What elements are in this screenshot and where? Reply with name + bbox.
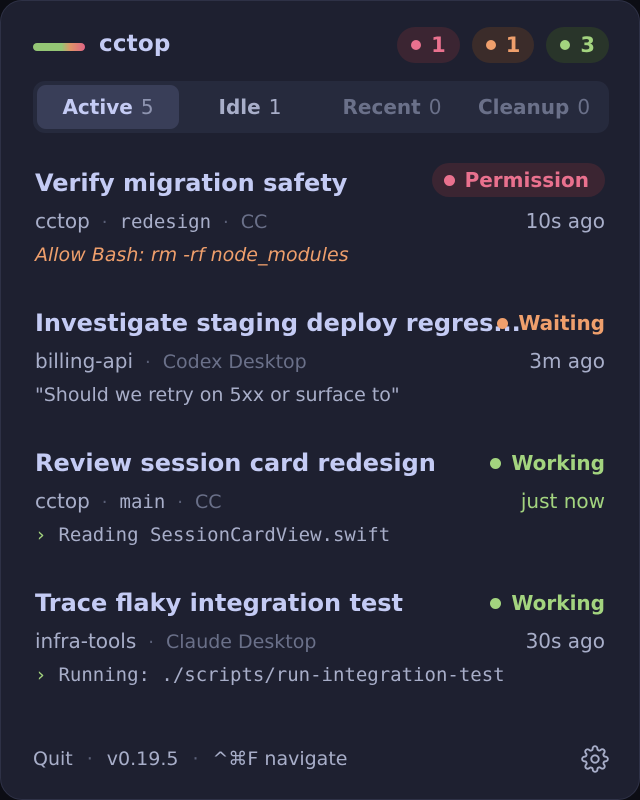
- red-dot-icon: [411, 40, 422, 50]
- session-time: just now: [520, 489, 605, 513]
- status-gradient-logo: [33, 43, 85, 51]
- session-meta: cctop · redesign · CC: [35, 209, 267, 233]
- last-message: "Should we retry on 5xx or surface to": [35, 384, 400, 406]
- status-label: Working: [511, 591, 605, 615]
- waiting-status: Waiting: [497, 311, 605, 335]
- navigate-shortcut-hint: ^⌘F navigate: [212, 748, 348, 770]
- waiting-count: 1: [505, 33, 521, 57]
- activity-text: Reading SessionCardView.swift: [58, 524, 391, 546]
- project-name: infra-tools: [35, 629, 137, 653]
- tab-active[interactable]: Active 5: [37, 85, 179, 129]
- session-time: 3m ago: [529, 349, 605, 373]
- footer: Quit · v0.19.5 · ^⌘F navigate: [33, 743, 609, 775]
- session-source: CC: [195, 491, 222, 513]
- separator: ·: [86, 748, 93, 770]
- separator: ·: [192, 748, 199, 770]
- cctop-popover: cctop 1 1 3 Active 5 Idle 1 Recent 0 Cle…: [0, 0, 640, 800]
- session-card[interactable]: Investigate staging deploy regres... Wai…: [35, 309, 605, 419]
- tab-count: 0: [428, 95, 442, 119]
- tab-label: Idle: [218, 95, 261, 119]
- current-activity: › Running: ./scripts/run-integration-test: [35, 664, 505, 686]
- session-source: Claude Desktop: [166, 631, 317, 653]
- status-label: Working: [511, 451, 605, 475]
- session-source: CC: [240, 211, 268, 233]
- permission-count-badge[interactable]: 1: [397, 27, 460, 63]
- project-name: billing-api: [35, 349, 134, 373]
- waiting-count-badge[interactable]: 1: [471, 27, 535, 63]
- project-name: cctop: [35, 489, 90, 513]
- working-status: Working: [490, 591, 605, 615]
- tab-count: 1: [268, 95, 282, 119]
- working-count-badge[interactable]: 3: [546, 27, 609, 63]
- session-title: Investigate staging deploy regres...: [35, 309, 521, 337]
- tab-bar: Active 5 Idle 1 Recent 0 Cleanup 0: [33, 81, 609, 133]
- status-dot-icon: [490, 597, 502, 609]
- status-badges: 1 1 3: [397, 27, 609, 63]
- version-label: v0.19.5: [106, 748, 179, 770]
- session-title: Trace flaky integration test: [35, 589, 403, 617]
- session-time: 30s ago: [525, 629, 605, 653]
- working-count: 3: [580, 33, 595, 57]
- status-dot-icon: [490, 457, 502, 469]
- session-source: Codex Desktop: [162, 351, 307, 373]
- tab-label: Recent: [342, 95, 421, 119]
- app-title: cctop: [99, 31, 171, 57]
- tab-count: 0: [577, 95, 591, 119]
- tab-recent[interactable]: Recent 0: [321, 85, 463, 129]
- tab-count: 5: [140, 95, 154, 119]
- separator: ·: [177, 492, 183, 513]
- chevron-right-icon: ›: [35, 664, 47, 686]
- current-activity: › Reading SessionCardView.swift: [35, 524, 390, 546]
- activity-text: Running: ./scripts/run-integration-test: [58, 664, 505, 686]
- session-meta: cctop · main · CC: [35, 489, 222, 513]
- green-dot-icon: [560, 40, 571, 50]
- permission-request: Allow Bash: rm -rf node_modules: [35, 244, 349, 266]
- branch-name: main: [119, 491, 166, 513]
- session-card[interactable]: Review session card redesign Working cct…: [35, 449, 605, 559]
- tab-label: Cleanup: [477, 95, 570, 119]
- separator: ·: [148, 632, 154, 653]
- status-label: Permission: [464, 168, 589, 192]
- quit-button[interactable]: Quit: [33, 748, 73, 770]
- separator: ·: [101, 212, 108, 233]
- tab-cleanup[interactable]: Cleanup 0: [463, 85, 605, 129]
- status-label: Waiting: [518, 311, 605, 335]
- session-meta: infra-tools · Claude Desktop: [35, 629, 316, 653]
- session-card[interactable]: Trace flaky integration test Working inf…: [35, 589, 605, 699]
- project-name: cctop: [35, 209, 90, 233]
- separator: ·: [101, 492, 108, 513]
- tab-label: Active: [62, 95, 133, 119]
- gear-icon[interactable]: [581, 745, 609, 773]
- permission-count: 1: [431, 33, 446, 57]
- session-card[interactable]: Verify migration safety Permission cctop…: [35, 163, 605, 279]
- header: cctop 1 1 3: [33, 23, 609, 69]
- status-dot-icon: [443, 174, 455, 186]
- session-time: 10s ago: [525, 209, 605, 233]
- tab-idle[interactable]: Idle 1: [179, 85, 321, 129]
- chevron-right-icon: ›: [35, 524, 47, 546]
- session-meta: billing-api · Codex Desktop: [35, 349, 307, 373]
- separator: ·: [223, 212, 229, 233]
- separator: ·: [145, 352, 151, 373]
- branch-name: redesign: [119, 211, 212, 233]
- session-title: Review session card redesign: [35, 449, 436, 477]
- status-dot-icon: [497, 317, 509, 329]
- permission-status-badge[interactable]: Permission: [431, 163, 605, 197]
- session-title: Verify migration safety: [35, 169, 348, 197]
- working-status: Working: [490, 451, 605, 475]
- orange-dot-icon: [485, 40, 496, 50]
